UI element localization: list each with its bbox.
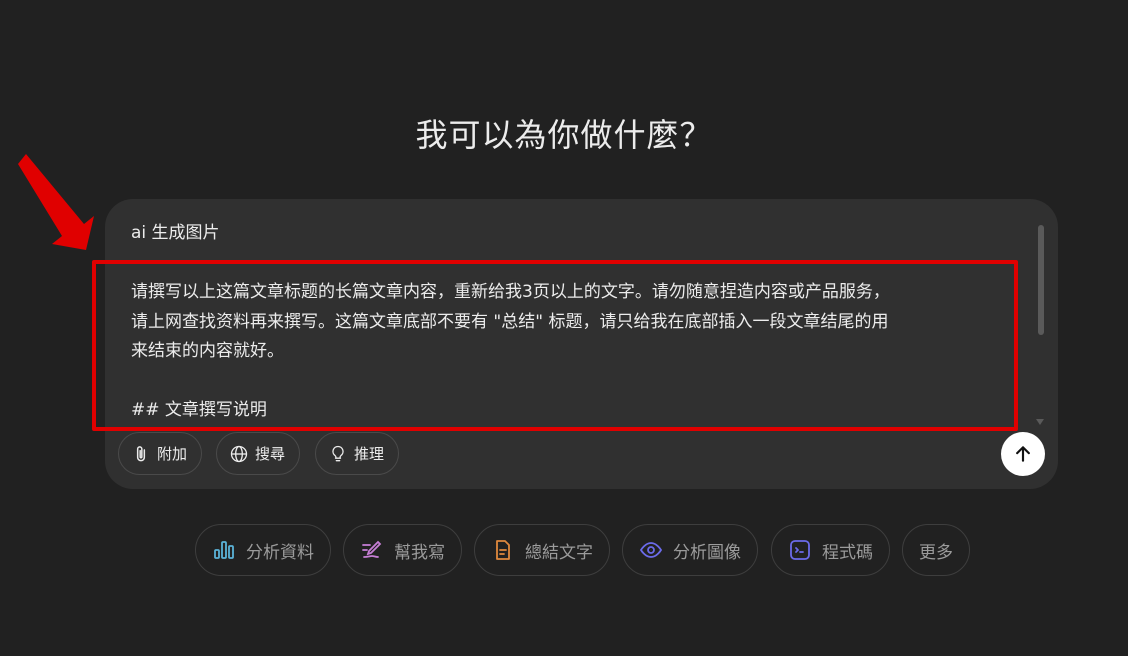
prompt-composer: ai 生成图片 请撰写以上这篇文章标题的长篇文章内容，重新给我3页以上的文字。请…: [105, 199, 1058, 489]
document-icon: [496, 540, 510, 560]
suggestion-code[interactable]: 程式碼: [771, 524, 890, 576]
suggestion-label: 分析圖像: [673, 542, 741, 563]
prompt-line: 来结束的内容就好。: [131, 341, 284, 361]
search-label: 搜尋: [255, 445, 286, 463]
send-button[interactable]: [1001, 432, 1045, 476]
suggestion-label: 幫我寫: [394, 542, 445, 563]
lightbulb-icon: [332, 445, 344, 461]
eye-icon: [639, 542, 663, 558]
paperclip-icon: [136, 445, 146, 461]
scroll-down-arrow[interactable]: [1036, 419, 1044, 425]
prompt-line: ## 文章撰写说明: [131, 400, 267, 420]
pen-icon: [362, 540, 382, 558]
search-button[interactable]: 搜尋: [216, 432, 301, 475]
prompt-line: 请撰写以上这篇文章标题的长篇文章内容，重新给我3页以上的文字。请勿随意捏造内容或…: [131, 282, 890, 302]
reason-button[interactable]: 推理: [315, 432, 400, 475]
suggestion-analyze-data[interactable]: 分析資料: [195, 524, 331, 576]
suggestion-summarize-text[interactable]: 總結文字: [474, 524, 610, 576]
arrow-up-icon: [1016, 446, 1030, 462]
suggestion-label: 程式碼: [822, 542, 873, 563]
attach-button[interactable]: 附加: [118, 432, 203, 475]
suggestion-more[interactable]: 更多: [902, 524, 970, 576]
suggestion-analyze-image[interactable]: 分析圖像: [622, 524, 758, 576]
suggestion-label: 總結文字: [525, 542, 593, 563]
suggestion-label: 分析資料: [246, 542, 314, 563]
suggestion-label: 更多: [919, 542, 953, 563]
prompt-textarea[interactable]: ai 生成图片 请撰写以上这篇文章标题的长篇文章内容，重新给我3页以上的文字。请…: [131, 219, 1021, 424]
suggestion-help-write[interactable]: 幫我寫: [343, 524, 462, 576]
prompt-line: ai 生成图片: [131, 223, 220, 243]
attach-label: 附加: [157, 445, 188, 463]
bar-chart-icon: [214, 541, 234, 559]
reason-label: 推理: [354, 445, 385, 463]
prompt-line: 请上网查找资料再来撰写。这篇文章底部不要有 "总结" 标题，请只给我在底部插入一…: [131, 311, 889, 332]
globe-icon: [230, 445, 248, 462]
red-arrow-annotation: [18, 154, 94, 250]
page-title: 我可以為你做什麼？: [415, 116, 713, 154]
textarea-scrollbar[interactable]: [1038, 225, 1044, 335]
terminal-icon: [790, 540, 810, 560]
